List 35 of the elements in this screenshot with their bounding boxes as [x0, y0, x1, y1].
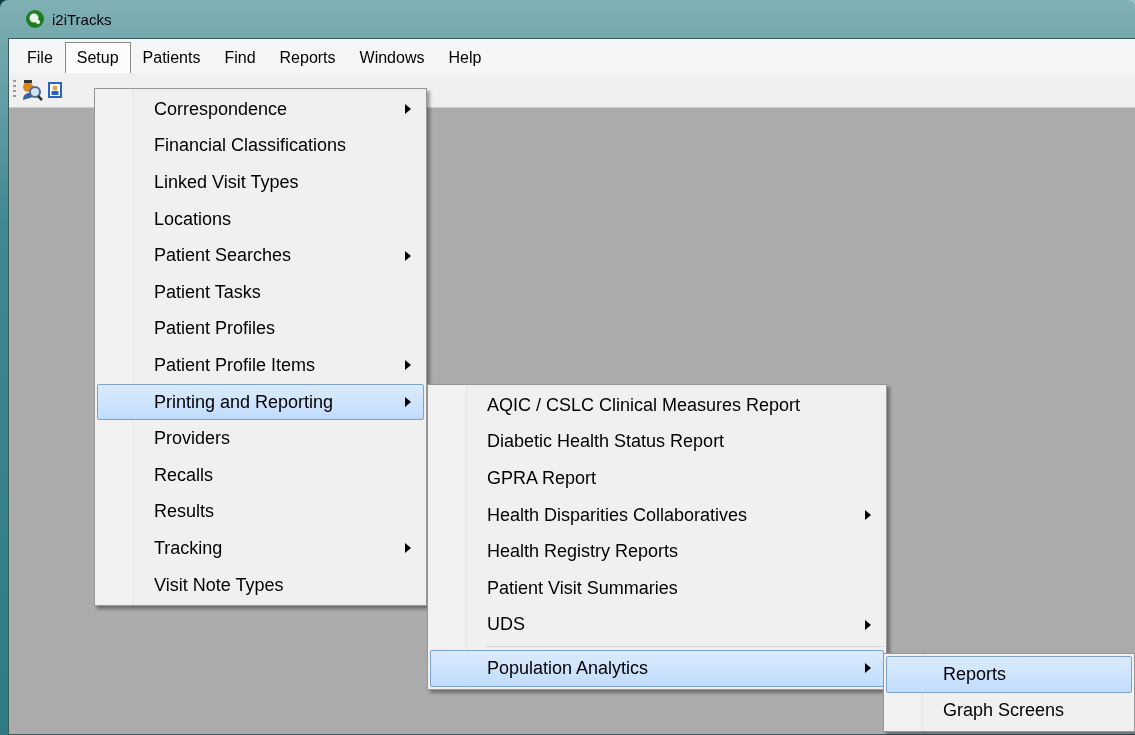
- menu-item[interactable]: Printing and Reporting: [97, 383, 424, 421]
- menu-item[interactable]: Population Analytics: [430, 650, 884, 687]
- menu-item[interactable]: Recalls: [97, 456, 424, 494]
- menu-item[interactable]: Health Registry Reports: [430, 533, 884, 570]
- menu-item[interactable]: Patient Searches: [97, 237, 424, 274]
- contact-card-icon[interactable]: [48, 82, 62, 98]
- app-logo-icon: [26, 10, 44, 28]
- menu-item[interactable]: Graph Screens: [886, 692, 1132, 730]
- menu-bar-item[interactable]: Patients: [130, 42, 213, 73]
- menu-bar-item[interactable]: Help: [436, 42, 494, 73]
- menu-item[interactable]: Visit Note Types: [97, 566, 424, 604]
- menu-item[interactable]: Locations: [97, 200, 424, 238]
- menu-item[interactable]: Health Disparities Collaboratives: [430, 496, 884, 534]
- menu-item[interactable]: Patient Visit Summaries: [430, 569, 884, 607]
- menu-item[interactable]: Linked Visit Types: [97, 164, 424, 201]
- menu-item[interactable]: Providers: [97, 420, 424, 457]
- menu-bar-item[interactable]: Windows: [347, 42, 437, 73]
- menu-item[interactable]: Reports: [886, 656, 1132, 693]
- window-title: i2iTracks: [52, 10, 112, 28]
- menu-item[interactable]: GPRA Report: [430, 460, 884, 497]
- menu-bar-item[interactable]: Setup: [64, 42, 131, 73]
- menu-item[interactable]: AQIC / CSLC Clinical Measures Report: [430, 387, 884, 424]
- menu-item[interactable]: Correspondence: [97, 91, 424, 128]
- menu-bar-item[interactable]: Reports: [267, 42, 348, 73]
- menu-item[interactable]: Patient Profiles: [97, 310, 424, 348]
- menu-item[interactable]: Patient Tasks: [97, 273, 424, 311]
- menu-bar-item[interactable]: Find: [212, 42, 268, 73]
- menu-item[interactable]: Results: [97, 493, 424, 531]
- menu-item[interactable]: Patient Profile Items: [97, 347, 424, 384]
- menu-item[interactable]: Tracking: [97, 530, 424, 567]
- menu-item[interactable]: UDS: [430, 606, 884, 644]
- menu-bar-item[interactable]: File: [15, 42, 65, 73]
- search-person-icon[interactable]: [20, 78, 44, 102]
- menu-item[interactable]: Financial Classifications: [97, 127, 424, 165]
- menu-item[interactable]: Diabetic Health Status Report: [430, 423, 884, 461]
